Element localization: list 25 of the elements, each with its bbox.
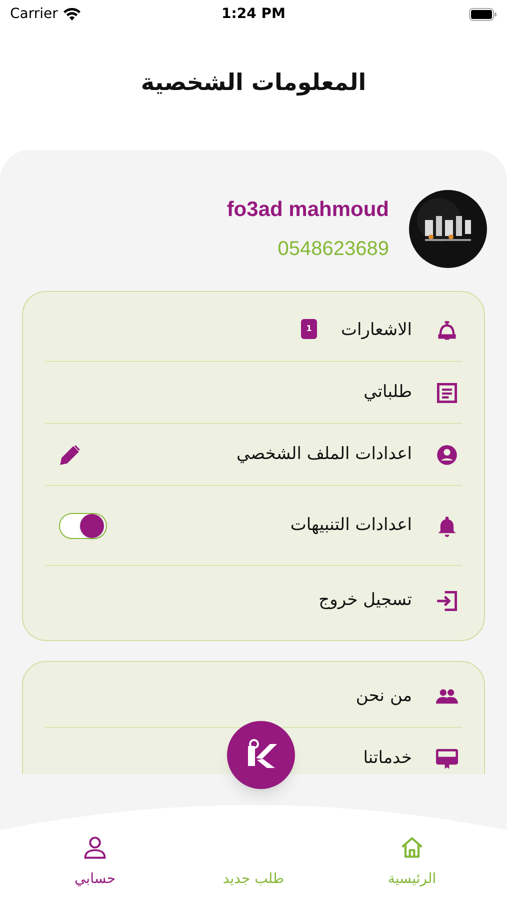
document-icon	[436, 382, 458, 404]
page-title: المعلومات الشخصية	[140, 69, 366, 98]
bell-icon	[436, 514, 458, 536]
certificate-icon	[436, 748, 458, 770]
wifi-icon	[62, 8, 81, 20]
menu-label[interactable]: اعدادات التنبيهات	[290, 512, 412, 538]
home-icon	[399, 835, 425, 861]
user-icon	[82, 835, 108, 861]
time-text: 1:24 PM	[222, 4, 286, 24]
pencil-icon[interactable]	[59, 444, 81, 466]
carrier-text: Carrier	[10, 4, 58, 24]
menu-item[interactable]: طلباتي	[45, 362, 462, 424]
toggle-switch[interactable]	[59, 512, 107, 538]
menu-label[interactable]: الاشعارات	[341, 318, 412, 344]
bell-icon	[436, 320, 458, 342]
menu-label[interactable]: اعدادات الملف الشخصي	[236, 442, 412, 468]
menu-item[interactable]: تسجيل خروج	[45, 566, 462, 636]
user-icon	[436, 444, 458, 466]
notification-badge: 1	[301, 318, 318, 338]
menu-item[interactable]: خدماتنا	[45, 728, 462, 774]
battery-icon	[468, 8, 497, 20]
tab[interactable]: حسابي	[50, 835, 140, 890]
user-name: fo3ad mahmoud	[226, 197, 389, 224]
logout-icon	[436, 590, 458, 612]
phone-number: 0548623689	[278, 236, 389, 262]
